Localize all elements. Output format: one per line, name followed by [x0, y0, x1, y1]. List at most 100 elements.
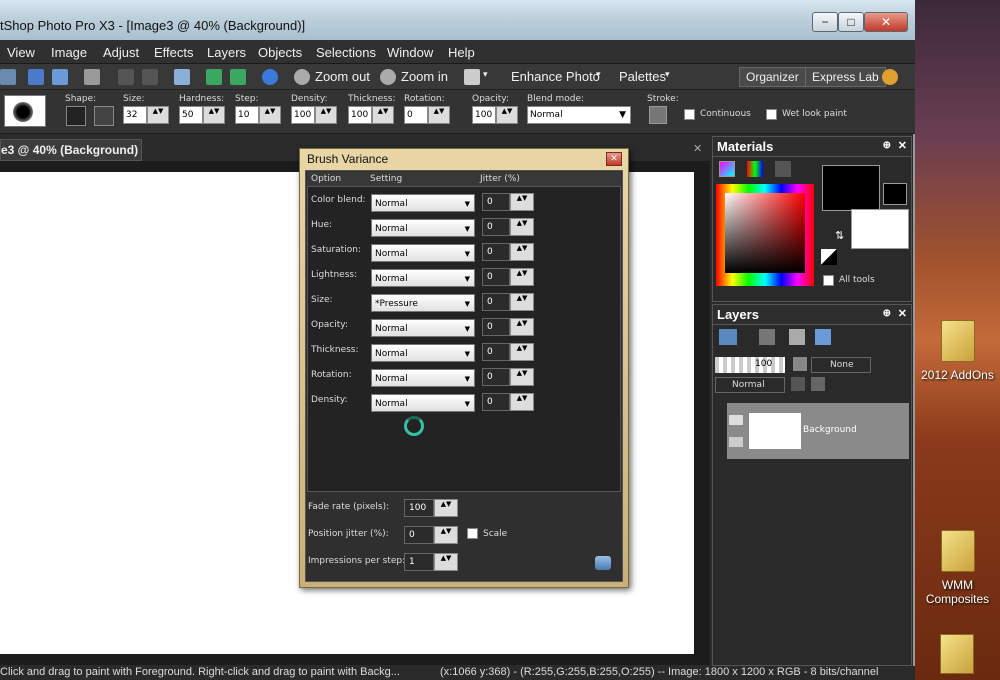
density-input[interactable]: 100	[291, 106, 315, 124]
undo-icon[interactable]	[118, 69, 134, 85]
dialog-close-button[interactable]: ✕	[606, 152, 622, 166]
info-icon[interactable]	[262, 69, 278, 85]
foreground-color-swatch[interactable]	[822, 165, 880, 211]
swatches-tab-icon[interactable]	[775, 161, 791, 177]
layer-blend-select[interactable]: Normal	[715, 377, 785, 393]
setting-dropdown[interactable]: Normal ▼	[371, 194, 475, 212]
jitter-spinner[interactable]: ▲▼	[510, 393, 534, 411]
thickness-spinner[interactable]: ▲▼	[372, 106, 394, 124]
pin-icon[interactable]: ⊕	[883, 308, 891, 319]
thickness-input[interactable]: 100	[348, 106, 372, 124]
stroke-icon[interactable]	[649, 106, 667, 124]
layer-group-icon[interactable]	[815, 329, 831, 345]
step-input[interactable]: 10	[235, 106, 259, 124]
jitter-input[interactable]: 0	[482, 393, 510, 411]
learning-center-icon[interactable]	[882, 69, 898, 85]
pin-icon[interactable]: ⊕	[883, 140, 891, 151]
new-layer-icon[interactable]	[719, 329, 737, 345]
maximize-button[interactable]: □	[838, 12, 864, 32]
jitter-input[interactable]: 0	[482, 193, 510, 211]
jitter-input[interactable]: 0	[482, 218, 510, 236]
zoom-in-icon[interactable]	[380, 69, 396, 85]
desktop-icon-2012-addons[interactable]: 2012 AddOns	[915, 320, 1000, 382]
lock-transparency-icon[interactable]	[791, 377, 805, 391]
swap-colors-icon[interactable]: ⇅	[835, 229, 844, 242]
size-input[interactable]: 32	[123, 106, 147, 124]
visibility-eye-icon[interactable]	[729, 437, 743, 447]
redo-icon[interactable]	[142, 69, 158, 85]
fade-rate-input[interactable]: 100	[404, 499, 434, 517]
setting-dropdown[interactable]: Normal ▼	[371, 344, 475, 362]
setting-dropdown[interactable]: Normal ▼	[371, 219, 475, 237]
expand-icon[interactable]	[729, 415, 743, 425]
menu-help[interactable]: Help	[448, 45, 475, 60]
hardness-input[interactable]: 50	[179, 106, 203, 124]
foreground-small-swatch[interactable]	[883, 183, 907, 205]
desktop-folder-icon[interactable]	[940, 634, 974, 674]
all-tools-checkbox[interactable]	[823, 275, 834, 286]
impressions-spinner[interactable]: ▲▼	[434, 553, 458, 571]
jitter-input[interactable]: 0	[482, 268, 510, 286]
zoom-in-button[interactable]: Zoom in	[401, 69, 448, 84]
open-icon[interactable]	[0, 69, 16, 85]
setting-dropdown[interactable]: Normal ▼	[371, 319, 475, 337]
position-jitter-spinner[interactable]: ▲▼	[434, 526, 458, 544]
menu-adjust[interactable]: Adjust	[103, 45, 139, 60]
layer-row-background[interactable]: Background	[727, 403, 909, 459]
brush-preview[interactable]	[4, 95, 46, 127]
jitter-spinner[interactable]: ▲▼	[510, 293, 534, 311]
jitter-input[interactable]: 0	[482, 368, 510, 386]
save-icon[interactable]	[28, 69, 44, 85]
close-button[interactable]: ✕	[864, 12, 908, 32]
document-close-icon[interactable]: ✕	[693, 142, 702, 155]
delete-layer-icon[interactable]	[759, 329, 775, 345]
jitter-spinner[interactable]: ▲▼	[510, 368, 534, 386]
properties-icon[interactable]	[174, 69, 190, 85]
scale-checkbox[interactable]	[467, 528, 478, 539]
setting-dropdown[interactable]: Normal ▼	[371, 244, 475, 262]
setting-dropdown[interactable]: Normal ▼	[371, 369, 475, 387]
layer-link-select[interactable]: None	[811, 357, 871, 373]
density-spinner[interactable]: ▲▼	[315, 106, 337, 124]
express-lab-button[interactable]: Express Lab	[805, 67, 886, 87]
jitter-input[interactable]: 0	[482, 343, 510, 361]
menu-image[interactable]: Image	[51, 45, 87, 60]
jitter-spinner[interactable]: ▲▼	[510, 218, 534, 236]
blend-mode-select[interactable]: Normal ▼	[527, 106, 631, 124]
zoom-out-icon[interactable]	[294, 69, 310, 85]
position-jitter-input[interactable]: 0	[404, 526, 434, 544]
panel-close-icon[interactable]: ✕	[898, 307, 907, 320]
setting-dropdown[interactable]: *Pressure ▼	[371, 294, 475, 312]
menu-selections[interactable]: Selections	[316, 45, 376, 60]
setting-dropdown[interactable]: Normal ▼	[371, 269, 475, 287]
zoom-out-button[interactable]: Zoom out	[315, 69, 370, 84]
transparent-toggle-icon[interactable]	[821, 249, 837, 265]
jitter-spinner[interactable]: ▲▼	[510, 343, 534, 361]
round-shape-icon[interactable]	[66, 106, 86, 126]
hardness-spinner[interactable]: ▲▼	[203, 106, 225, 124]
desktop-icon-wmm-composites[interactable]: WMM Composites	[915, 530, 1000, 606]
step-spinner[interactable]: ▲▼	[259, 106, 281, 124]
opacity-spinner[interactable]: ▲▼	[496, 106, 518, 124]
layer-properties-icon[interactable]	[789, 329, 805, 345]
organizer-button[interactable]: Organizer	[739, 67, 806, 87]
continuous-checkbox[interactable]	[684, 109, 695, 120]
size-spinner[interactable]: ▲▼	[147, 106, 169, 124]
impressions-input[interactable]: 1	[404, 553, 434, 571]
panel-close-icon[interactable]: ✕	[898, 139, 907, 152]
document-tab[interactable]: e3 @ 40% (Background)	[0, 139, 142, 161]
rainbow-tab-icon[interactable]	[747, 161, 763, 177]
print-icon[interactable]	[84, 69, 100, 85]
mask-icon[interactable]	[793, 357, 807, 371]
document-icon[interactable]	[464, 69, 480, 85]
rotation-spinner[interactable]: ▲▼	[428, 106, 450, 124]
wet-look-checkbox[interactable]	[766, 109, 777, 120]
palettes-menu[interactable]: Palettes	[619, 69, 666, 84]
jitter-spinner[interactable]: ▲▼	[510, 243, 534, 261]
minimize-button[interactable]: −	[812, 12, 838, 32]
jitter-spinner[interactable]: ▲▼	[510, 268, 534, 286]
jitter-input[interactable]: 0	[482, 243, 510, 261]
jitter-input[interactable]: 0	[482, 293, 510, 311]
color-picker-square[interactable]	[725, 193, 805, 273]
jitter-input[interactable]: 0	[482, 318, 510, 336]
